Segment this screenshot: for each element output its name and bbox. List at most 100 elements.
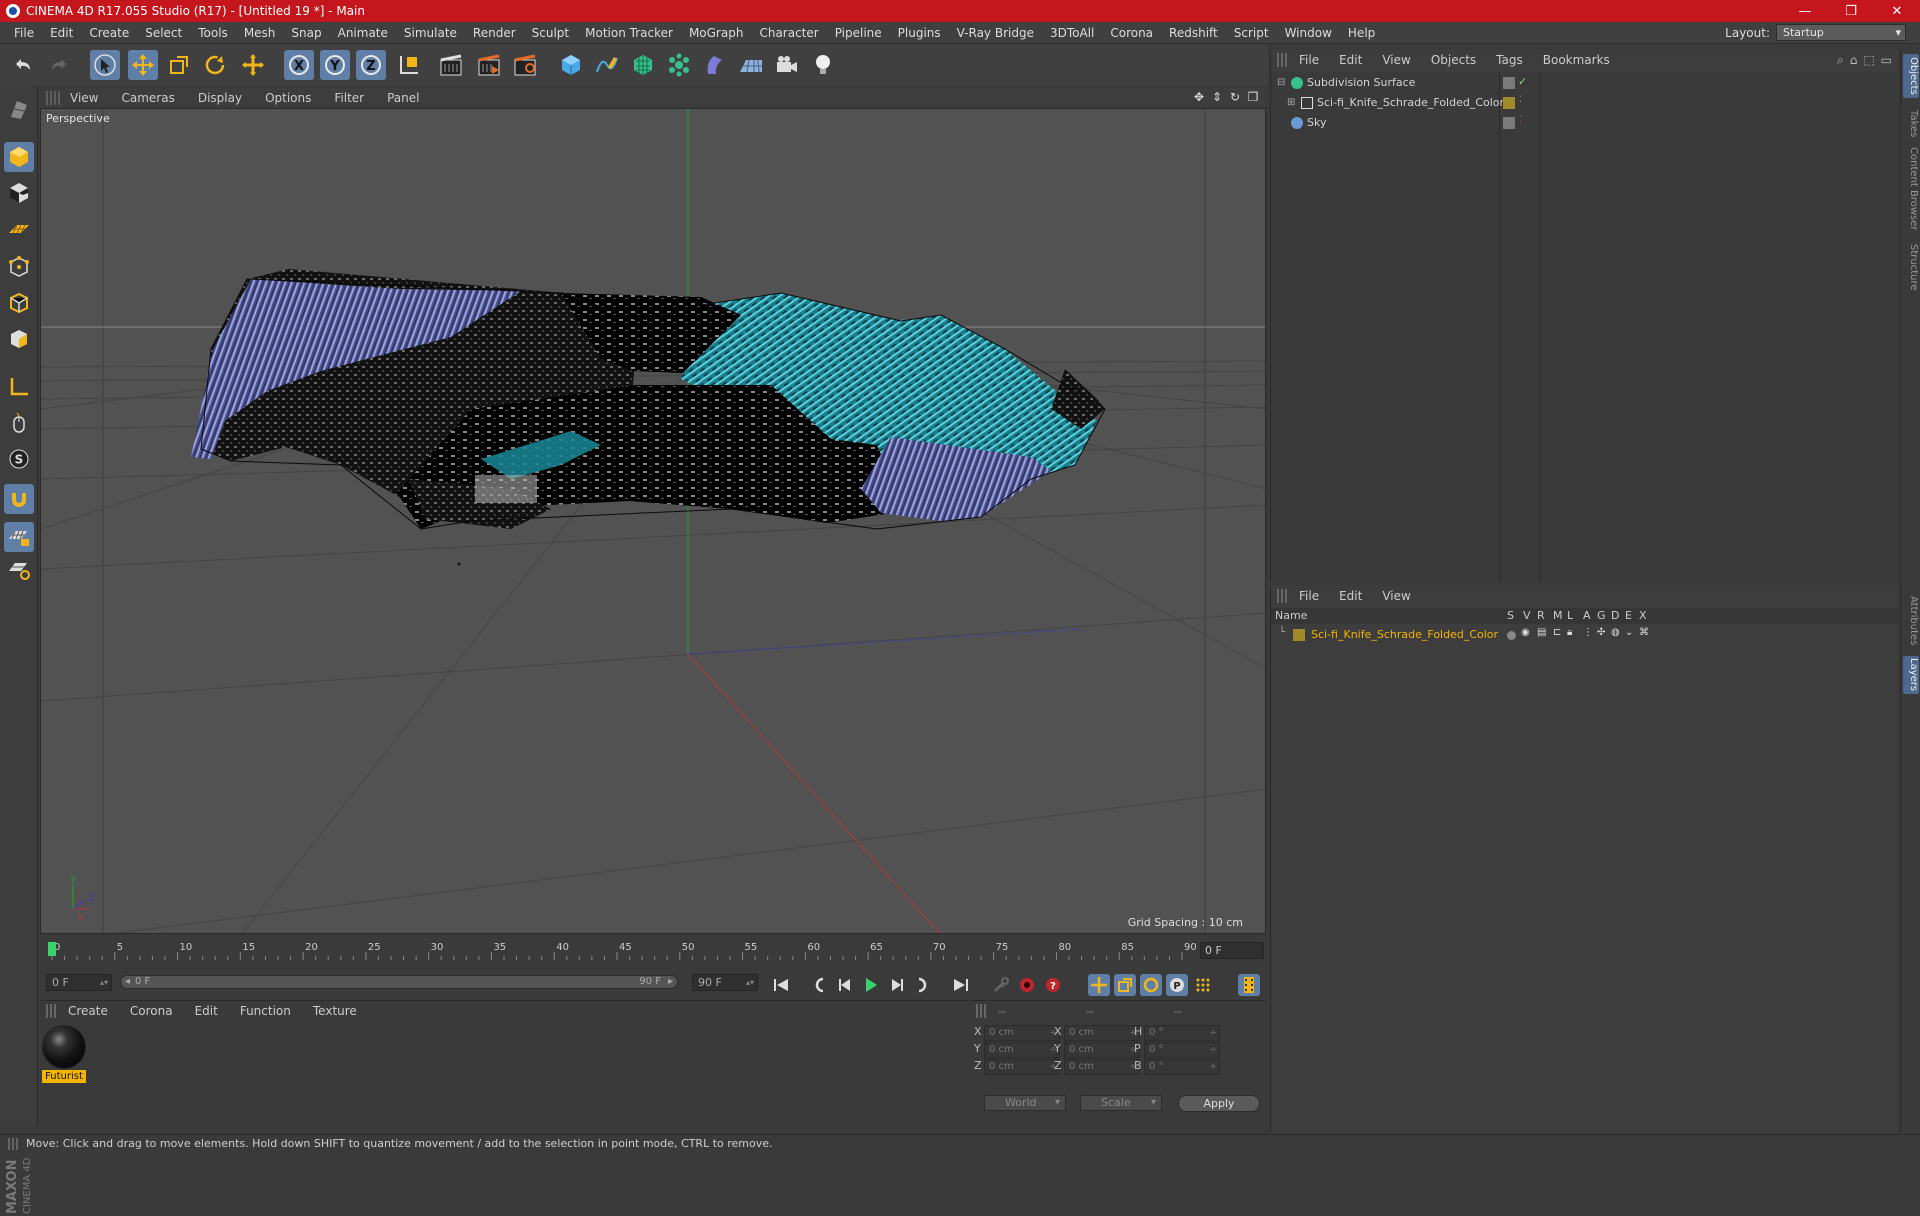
animation-icon[interactable]: ⋮ [1583,627,1595,639]
coordinate-mode-select[interactable]: World [984,1095,1066,1111]
render-view-button[interactable] [436,50,466,80]
viewport-menu-cameras[interactable]: Cameras [121,91,185,105]
material-menu-texture[interactable]: Texture [313,1004,357,1018]
eye-icon[interactable]: ◉ [1521,627,1533,639]
redo-button[interactable] [44,50,74,80]
rotate-tool[interactable] [200,50,230,80]
rotation-p-field[interactable]: 0 ° [1144,1042,1220,1058]
material-menu-create[interactable]: Create [68,1004,108,1018]
scale-mode-select[interactable]: Scale [1080,1095,1162,1111]
menu-edit[interactable]: Edit [42,26,81,40]
search-icon[interactable]: ⌕ [1837,53,1844,68]
keyframe-selection-button[interactable]: ? [1042,974,1064,996]
key-scale-button[interactable] [1114,974,1136,996]
material-menu-function[interactable]: Function [240,1004,291,1018]
layers-menu-edit[interactable]: Edit [1339,589,1362,603]
live-selection-tool[interactable] [90,50,120,80]
playhead[interactable] [48,942,56,956]
menu-script[interactable]: Script [1226,26,1277,40]
play-button[interactable] [860,974,882,996]
layer-column-r[interactable]: R [1537,609,1545,622]
viewport-menu-filter[interactable]: Filter [334,91,375,105]
manager-icon[interactable]: ⊏ [1553,627,1565,639]
recent-tools-button[interactable] [238,50,268,80]
layers-menu-view[interactable]: View [1382,589,1410,603]
add-generator-button[interactable] [628,50,658,80]
goto-start-button[interactable] [770,974,792,996]
snap-button[interactable]: S [4,444,34,474]
objects-menu-tags[interactable]: Tags [1496,53,1523,67]
maximize-view-icon[interactable]: ❐ [1246,90,1260,104]
layer-column-g[interactable]: G [1597,609,1606,622]
3d-viewport[interactable]: Y X Z Perspective Grid Spacing : 10 cm [40,108,1266,934]
tab-attributes[interactable]: Attributes [1903,590,1919,652]
tab-structure[interactable]: Structure [1903,240,1919,294]
close-button[interactable]: ✕ [1874,0,1920,22]
add-mograph-button[interactable] [664,50,694,80]
object-row-sky[interactable]: Sky ⁚ [1271,114,1899,132]
frame-ruler[interactable]: 0 5 10 15 20 25 30 35 40 45 50 55 60 65 70 75 80 85 90 [46,940,1196,962]
layer-column-s[interactable]: S [1507,609,1514,622]
tweak-mode-button[interactable] [4,408,34,438]
model-mode-button[interactable] [4,142,34,172]
objects-menu-view[interactable]: View [1382,53,1410,67]
add-deformer-button[interactable] [700,50,730,80]
camera-label[interactable]: Perspective [46,112,110,125]
points-mode-button[interactable] [4,252,34,282]
menu-pipeline[interactable]: Pipeline [827,26,890,40]
render-settings-button[interactable] [510,50,540,80]
layer-column-l[interactable]: L [1567,609,1573,622]
workplane-mode-button[interactable] [4,214,34,244]
size-z-field[interactable]: 0 cm [1064,1059,1140,1075]
visibility-dots-icon[interactable]: ⁚ [1519,115,1531,127]
size-y-field[interactable]: 0 cm [1064,1042,1140,1058]
layer-column-name[interactable]: Name [1275,609,1307,622]
y-axis-lock-button[interactable]: Y [320,50,350,80]
menu-create[interactable]: Create [81,26,137,40]
end-frame-field[interactable]: 90 F ▴▾ [692,974,758,991]
menu-simulate[interactable]: Simulate [396,26,465,40]
position-z-field[interactable]: 0 cm [984,1059,1060,1075]
expressions-icon[interactable]: ⌄ [1625,627,1637,639]
layer-visibility-icon[interactable] [1503,77,1515,89]
objects-menu-edit[interactable]: Edit [1339,53,1362,67]
pan-view-icon[interactable]: ✥ [1192,90,1206,104]
polygons-mode-button[interactable] [4,324,34,354]
timeline-ruler[interactable]: 0 5 10 15 20 25 30 35 40 45 50 55 60 65 70 75 80 85 90 0 F [40,936,1266,966]
previous-key-button[interactable] [808,974,830,996]
layer-column-x[interactable]: X [1639,609,1647,622]
start-frame-field[interactable]: 0 F ▴▾ [46,974,112,991]
menu-window[interactable]: Window [1277,26,1340,40]
menu-file[interactable]: File [6,26,42,40]
tab-layers[interactable]: Layers [1903,656,1919,694]
solo-icon[interactable] [1507,631,1516,640]
material-menu-edit[interactable]: Edit [195,1004,218,1018]
layer-column-d[interactable]: D [1611,609,1619,622]
layout-select[interactable]: Startup [1776,24,1906,41]
menu-3dtoall[interactable]: 3DToAll [1042,26,1102,40]
menu-mesh[interactable]: Mesh [236,26,284,40]
xrefs-icon[interactable]: ⌘ [1639,627,1651,639]
menu-character[interactable]: Character [751,26,826,40]
menu-mograph[interactable]: MoGraph [681,26,752,40]
up-arrow-icon[interactable]: ⬚ [1863,53,1874,68]
minimize-button[interactable]: — [1782,0,1828,22]
add-light-button[interactable] [808,50,838,80]
axis-mode-button[interactable] [4,372,34,402]
current-frame-field[interactable]: 0 F [1200,942,1264,959]
viewport-menu-display[interactable]: Display [198,91,253,105]
render-picture-viewer-button[interactable] [474,50,504,80]
viewport-menu-options[interactable]: Options [265,91,322,105]
coordinate-system-button[interactable] [394,50,424,80]
enabled-check-icon[interactable]: ✓ [1518,75,1530,88]
size-x-field[interactable]: 0 cm [1064,1025,1140,1041]
menu-snap[interactable]: Snap [283,26,329,40]
viewport-menu-view[interactable]: View [70,91,109,105]
layer-column-m[interactable]: M [1553,609,1563,622]
restore-button[interactable]: ❐ [1828,0,1874,22]
collapse-icon[interactable]: ⊟ [1277,77,1289,89]
tab-objects[interactable]: Objects [1903,54,1919,98]
object-list[interactable]: ⊟ Subdivision Surface ✓ ⊞ Sci-fi_Knife_S… [1271,72,1899,582]
deformers-icon[interactable]: ◍ [1611,627,1623,639]
key-parameter-button[interactable]: P [1166,974,1188,996]
